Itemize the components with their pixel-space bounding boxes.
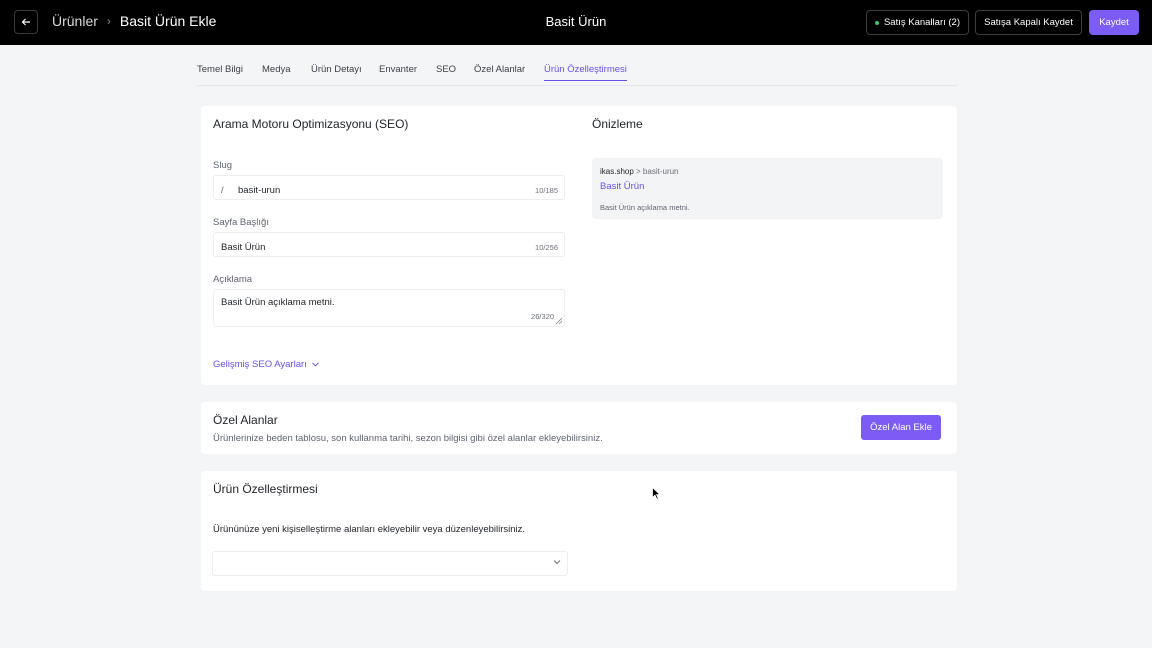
tab-basic-info[interactable]: Temel Bilgi <box>197 64 243 75</box>
advanced-seo-link[interactable]: Gelişmiş SEO Ayarları <box>213 359 319 370</box>
tab-seo[interactable]: SEO <box>436 64 456 75</box>
description-value: Basit Ürün açıklama metni. <box>221 297 335 308</box>
preview-url: ikas.shop > basit-urun <box>600 167 679 176</box>
personalization-card: Ürün Özelleştirmesi Ürününüze yeni kişis… <box>201 471 957 591</box>
chevron-down-icon <box>553 560 561 565</box>
page-title-label: Sayfa Başlığı <box>213 217 269 228</box>
personalization-title: Ürün Özelleştirmesi <box>213 482 318 496</box>
slug-label: Slug <box>213 160 233 171</box>
preview-domain: ikas.shop <box>600 167 634 176</box>
save-closed-button[interactable]: Satışa Kapalı Kaydet <box>975 10 1082 35</box>
slug-value: basit-urun <box>238 185 281 196</box>
tab-media[interactable]: Medya <box>262 64 291 75</box>
resize-handle-icon[interactable] <box>556 318 562 324</box>
description-field[interactable]: Basit Ürün açıklama metni. 26/320 <box>213 289 565 327</box>
seo-card: Arama Motoru Optimizasyonu (SEO) Slug / … <box>201 106 957 385</box>
top-bar: Ürünler › Basit Ürün Ekle Basit Ürün Sat… <box>0 0 1152 45</box>
personalization-select[interactable] <box>212 551 568 576</box>
description-counter: 26/320 <box>531 312 554 321</box>
tab-inventory[interactable]: Envanter <box>379 64 417 75</box>
description-label: Açıklama <box>213 274 253 285</box>
chevron-right-icon: › <box>106 14 111 28</box>
chevron-down-icon <box>311 362 319 367</box>
add-custom-field-button[interactable]: Özel Alan Ekle <box>861 415 941 440</box>
sales-channels-label: Satış Kanalları (2) <box>883 17 961 28</box>
tab-bar: Temel Bilgi Medya Ürün Detayı Envanter S… <box>197 60 957 86</box>
preview-title: Önizleme <box>592 117 643 131</box>
breadcrumb-current: Basit Ürün Ekle <box>119 13 217 29</box>
page-title-counter: 10/256 <box>535 243 558 252</box>
preview-page-title: Basit Ürün <box>600 181 645 192</box>
tab-product-personalization[interactable]: Ürün Özelleştirmesi <box>544 64 627 81</box>
breadcrumb-parent[interactable]: Ürünler <box>52 13 98 29</box>
search-preview: ikas.shop > basit-urun Basit Ürün Basit … <box>592 158 943 219</box>
status-dot-icon <box>874 20 879 25</box>
custom-fields-title: Özel Alanlar <box>213 413 278 427</box>
arrow-left-icon <box>21 18 30 26</box>
slug-field[interactable]: / basit-urun 10/185 <box>213 175 565 200</box>
back-button[interactable] <box>14 10 38 34</box>
sales-channels-button[interactable]: Satış Kanalları (2) <box>866 10 969 35</box>
preview-path: > basit-urun <box>636 167 679 176</box>
save-button[interactable]: Kaydet <box>1089 10 1139 35</box>
seo-title: Arama Motoru Optimizasyonu (SEO) <box>213 117 409 131</box>
slug-prefix: / <box>221 185 224 196</box>
advanced-seo-label: Gelişmiş SEO Ayarları <box>213 359 307 370</box>
page-title-field[interactable]: Basit Ürün 10/256 <box>213 232 565 257</box>
custom-fields-card: Özel Alanlar Ürünlerinize beden tablosu,… <box>201 402 957 454</box>
personalization-description: Ürününüze yeni kişiselleştirme alanları … <box>213 524 526 535</box>
page-title-value: Basit Ürün <box>221 242 266 253</box>
custom-fields-description: Ürünlerinize beden tablosu, son kullanma… <box>213 433 603 444</box>
breadcrumb: Ürünler › Basit Ürün Ekle <box>52 13 216 29</box>
slug-counter: 10/185 <box>535 186 558 195</box>
tab-custom-fields[interactable]: Özel Alanlar <box>474 64 525 75</box>
tab-product-detail[interactable]: Ürün Detayı <box>311 64 362 75</box>
preview-description: Basit Ürün açıklama metni. <box>600 203 690 212</box>
